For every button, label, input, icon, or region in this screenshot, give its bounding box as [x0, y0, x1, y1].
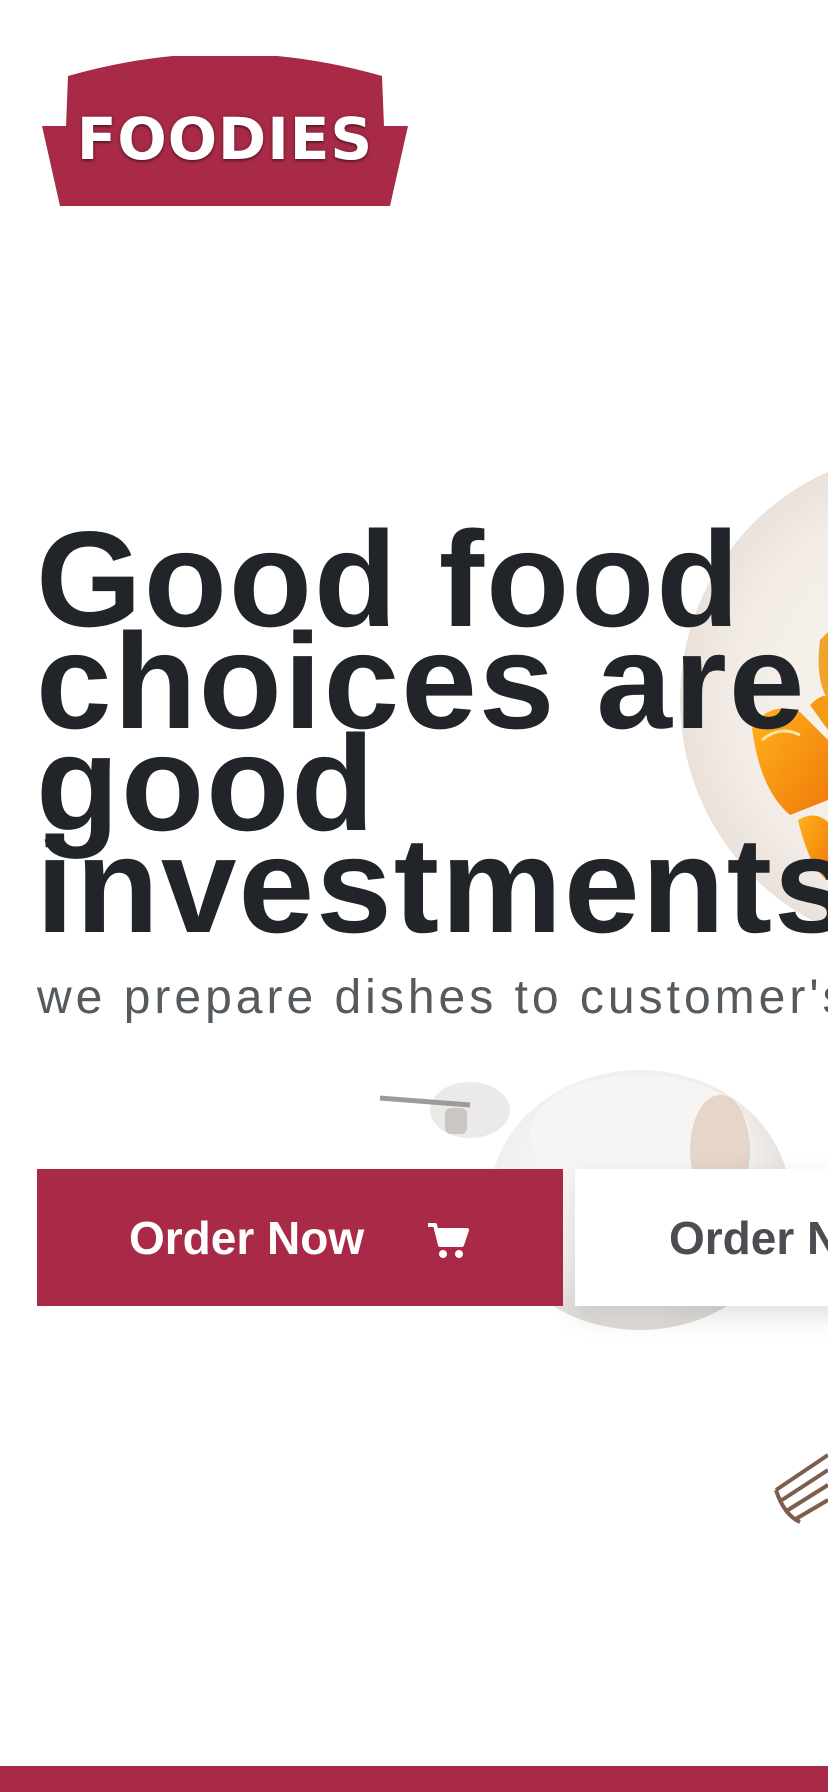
- order-now-secondary-button[interactable]: Order Now: [575, 1169, 828, 1306]
- hero-subline: we prepare dishes to customer's taste: [37, 971, 828, 1024]
- order-now-label: Order Now: [129, 1211, 365, 1264]
- foodies-logo[interactable]: FOODIES: [40, 56, 410, 208]
- cart-icon: [426, 1218, 470, 1258]
- fork-icon: [774, 1453, 828, 1524]
- order-now-secondary-label: Order Now: [669, 1211, 828, 1264]
- bottom-bar: [0, 1766, 828, 1792]
- hero-headline: Good food choices are good investments: [36, 503, 828, 961]
- landing-page: FOODIES Good food choices are good inves…: [0, 0, 828, 1792]
- order-now-button[interactable]: Order Now: [37, 1169, 563, 1306]
- logo-text: FOODIES: [76, 105, 374, 173]
